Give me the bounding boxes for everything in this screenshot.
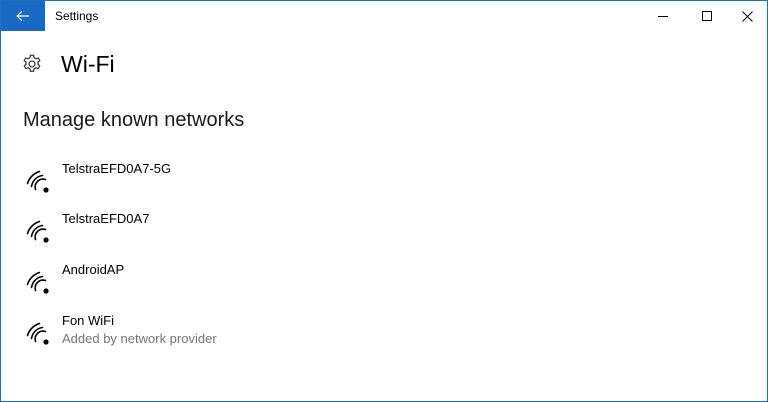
- network-name: Fon WiFi: [62, 313, 114, 328]
- network-name: TelstraEFD0A7-5G: [62, 161, 172, 176]
- network-item[interactable]: TelstraEFD0A7-5G: [23, 161, 723, 201]
- network-name: TelstraEFD0A7: [62, 211, 150, 226]
- wifi-icon: [26, 170, 49, 193]
- app-title: Settings: [55, 9, 99, 23]
- wifi-icon: [26, 271, 49, 294]
- maximize-button[interactable]: [685, 1, 729, 31]
- title-bar: Settings: [1, 1, 767, 31]
- wifi-icon: [26, 220, 49, 243]
- minimize-button[interactable]: [641, 1, 685, 31]
- network-name: AndroidAP: [62, 262, 125, 277]
- maximize-icon: [702, 11, 712, 21]
- settings-window: Settings Wi-Fi Manage known networks Tel…: [0, 0, 768, 402]
- gear-icon: [23, 54, 41, 72]
- page-title: Wi-Fi: [61, 51, 115, 77]
- section-title: Manage known networks: [23, 109, 245, 131]
- network-item[interactable]: Fon WiFi Added by network provider: [23, 313, 723, 353]
- back-button[interactable]: [1, 1, 45, 31]
- wifi-icon: [26, 322, 49, 345]
- minimize-icon: [658, 16, 668, 17]
- arrow-left-icon: [16, 10, 29, 22]
- network-item[interactable]: TelstraEFD0A7: [23, 211, 723, 251]
- network-subtitle: Added by network provider: [62, 331, 217, 346]
- close-button[interactable]: [725, 1, 768, 31]
- close-icon: [741, 10, 753, 22]
- network-item[interactable]: AndroidAP: [23, 262, 723, 302]
